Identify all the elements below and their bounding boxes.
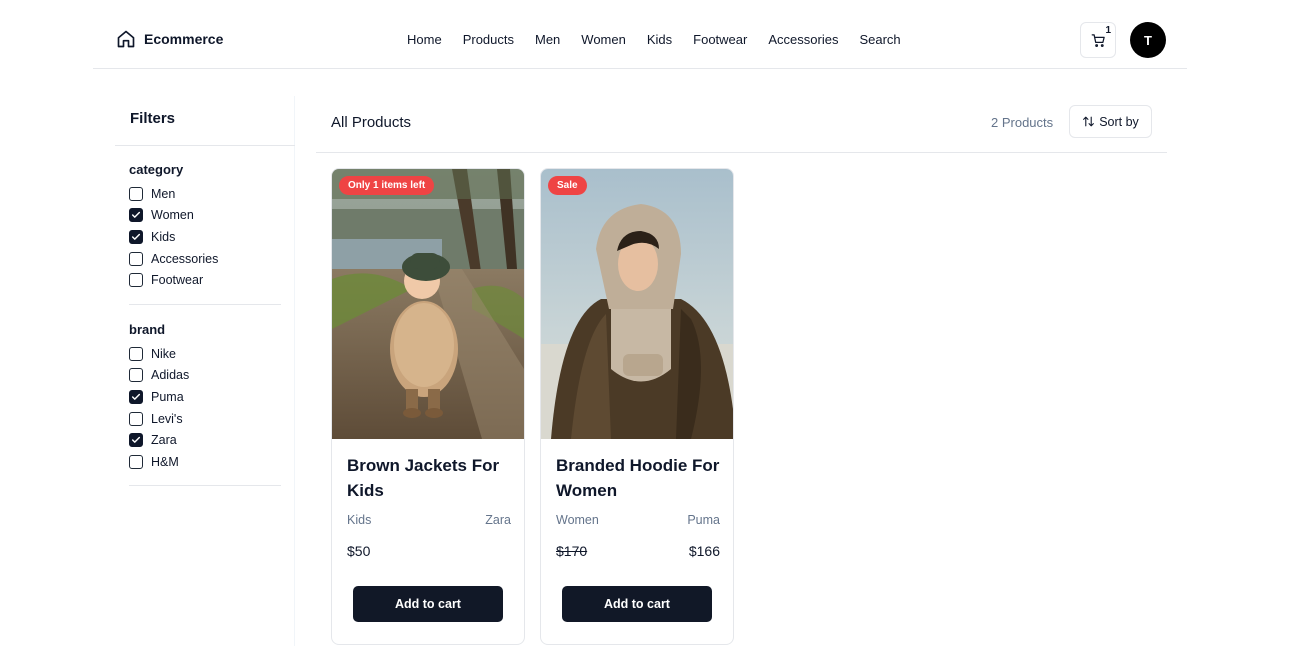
filter-option[interactable]: Kids — [129, 226, 281, 248]
add-to-cart-button[interactable]: Add to cart — [353, 586, 503, 622]
check-icon — [131, 233, 141, 240]
product-title[interactable]: Branded Hoodie For Women — [556, 453, 721, 503]
filter-checkbox[interactable] — [129, 433, 143, 448]
product-category: Women — [556, 513, 599, 527]
filter-option-label: Women — [151, 208, 194, 223]
cart-count-badge: 1 — [1105, 25, 1111, 36]
logo-text: Ecommerce — [144, 31, 224, 47]
filter-option[interactable]: Puma — [129, 386, 281, 408]
filter-option-label: Men — [151, 186, 176, 201]
check-icon — [131, 393, 141, 400]
products-header: All Products 2 Products Sort by — [316, 96, 1167, 153]
filter-checkbox[interactable] — [129, 208, 143, 223]
filter-option-label: Levi's — [151, 411, 183, 426]
filter-option[interactable]: Women — [129, 205, 281, 227]
home-icon — [117, 30, 135, 48]
stock-badge: Only 1 items left — [339, 176, 435, 195]
nav-home[interactable]: Home — [407, 32, 442, 47]
logo[interactable]: Ecommerce — [116, 29, 223, 49]
product-brand: Puma — [687, 513, 720, 527]
sort-button[interactable]: Sort by — [1069, 105, 1152, 138]
filters-sidebar: Filters category Men Women Kids Accessories… — [115, 96, 295, 646]
product-card[interactable]: Sale Branded Hoodie For Women Women Puma… — [540, 168, 734, 645]
filter-checkbox[interactable] — [129, 186, 143, 201]
original-price: $170 — [556, 543, 588, 559]
filter-checkbox[interactable] — [129, 346, 143, 361]
shopping-cart-icon — [1091, 33, 1105, 47]
cart-button[interactable]: 1 — [1080, 22, 1116, 58]
sale-badge: Sale — [548, 176, 587, 195]
filter-checkbox[interactable] — [129, 368, 143, 383]
filter-option[interactable]: Footwear — [129, 269, 281, 291]
filter-option[interactable]: Zara — [129, 429, 281, 451]
nav-kids[interactable]: Kids — [647, 32, 672, 47]
top-navbar: Ecommerce Home Products Men Women Kids F… — [93, 0, 1187, 69]
filter-group-category: category Men Women Kids Accessories Footwear — [129, 162, 281, 291]
nav-accessories[interactable]: Accessories — [768, 32, 838, 47]
filter-option-label: Adidas — [151, 368, 190, 383]
filter-option-label: Kids — [151, 229, 176, 244]
filter-option[interactable]: H&M — [129, 451, 281, 473]
product-image[interactable]: Sale — [541, 169, 733, 439]
product-card[interactable]: Only 1 items left Brown Jackets For Kids… — [331, 168, 525, 645]
divider — [115, 145, 295, 146]
woman-in-hoodie-photo — [541, 169, 733, 439]
filter-option-label: Puma — [151, 389, 184, 404]
filter-option-label: Zara — [151, 433, 177, 448]
product-brand: Zara — [485, 513, 511, 527]
user-avatar[interactable]: T — [1130, 22, 1166, 58]
divider — [129, 304, 281, 305]
product-price: $50 — [347, 543, 371, 559]
divider — [129, 485, 281, 486]
filter-group-title: category — [129, 162, 184, 177]
filter-checkbox[interactable] — [129, 229, 143, 244]
filter-option[interactable]: Men — [129, 183, 281, 205]
products-area: All Products 2 Products Sort by Only 1 i… — [316, 96, 1167, 646]
nav-women[interactable]: Women — [581, 32, 626, 47]
filter-group-brand: brand Nike Adidas Puma Levi's Zara H&M — [129, 322, 281, 473]
add-to-cart-button[interactable]: Add to cart — [562, 586, 712, 622]
check-icon — [131, 436, 141, 443]
filter-option[interactable]: Nike — [129, 343, 281, 365]
product-count: 2 Products — [991, 115, 1054, 130]
nav-men[interactable]: Men — [535, 32, 560, 47]
product-category: Kids — [347, 513, 372, 527]
page-title: All Products — [331, 114, 412, 131]
filter-option-label: H&M — [151, 454, 179, 469]
product-image[interactable]: Only 1 items left — [332, 169, 524, 439]
filter-checkbox[interactable] — [129, 251, 143, 266]
product-meta: Kids Zara — [347, 513, 511, 527]
nav-search[interactable]: Search — [859, 32, 900, 47]
check-icon — [131, 212, 141, 219]
nav-footwear[interactable]: Footwear — [693, 32, 747, 47]
filter-option[interactable]: Levi's — [129, 408, 281, 430]
product-meta: Women Puma — [556, 513, 720, 527]
nav-products[interactable]: Products — [463, 32, 514, 47]
filter-option-label: Footwear — [151, 273, 204, 288]
product-price: $166 — [688, 543, 720, 559]
filter-option[interactable]: Adidas — [129, 365, 281, 387]
filter-option-label: Nike — [151, 346, 177, 361]
product-title[interactable]: Brown Jackets For Kids — [347, 453, 512, 503]
sort-label: Sort by — [1099, 114, 1139, 129]
main-nav: Home Products Men Women Kids Footwear Ac… — [407, 32, 922, 47]
filter-checkbox[interactable] — [129, 389, 143, 404]
sort-arrows-icon — [1083, 116, 1095, 127]
price-row: $170 $166 — [556, 543, 720, 559]
filters-title: Filters — [130, 110, 176, 127]
price-row: $50 — [347, 543, 511, 559]
filter-option-label: Accessories — [151, 251, 219, 266]
filter-group-title: brand — [129, 322, 166, 337]
filter-checkbox[interactable] — [129, 411, 143, 426]
filter-checkbox[interactable] — [129, 273, 143, 288]
filter-option[interactable]: Accessories — [129, 248, 281, 270]
filter-checkbox[interactable] — [129, 454, 143, 469]
kid-in-jacket-photo — [332, 169, 524, 439]
